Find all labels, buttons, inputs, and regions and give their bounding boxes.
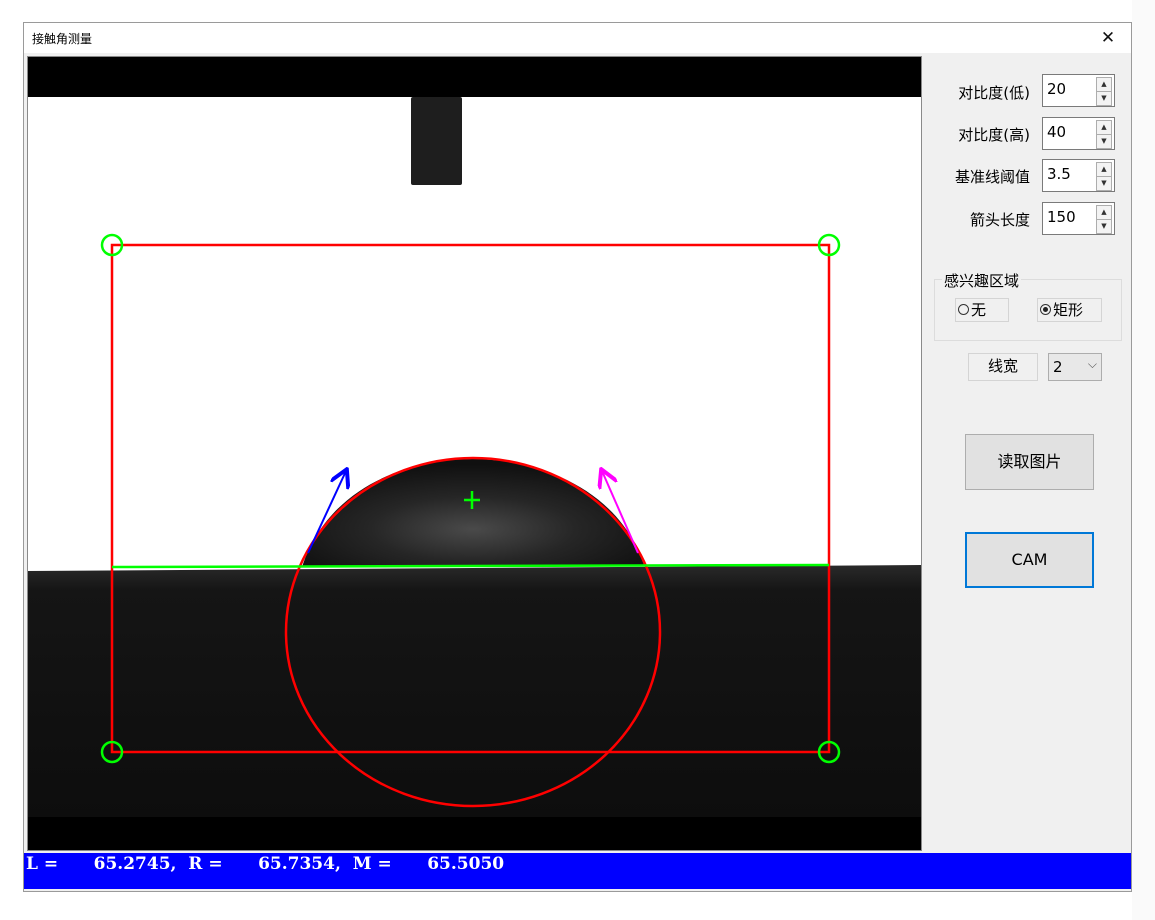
window-title: 接触角测量	[32, 32, 93, 46]
radio-off-icon	[958, 303, 969, 315]
image-viewport[interactable]	[27, 56, 922, 851]
roi-radio-rectangle[interactable]: 矩形	[1037, 298, 1102, 322]
arrow-length-spinbox[interactable]: 150 ▲ ▼	[1042, 202, 1115, 235]
contrast-high-label: 对比度(高)	[958, 126, 1030, 144]
read-image-button[interactable]: 读取图片	[965, 434, 1094, 490]
top-black-band	[28, 57, 921, 97]
substrate	[28, 565, 921, 817]
desktop-background	[1132, 0, 1155, 920]
arrow-length-value[interactable]: 150	[1047, 208, 1076, 226]
bottom-black-band	[28, 817, 921, 850]
down-arrow-icon[interactable]: ▼	[1096, 91, 1112, 106]
up-arrow-icon[interactable]: ▲	[1096, 77, 1112, 92]
result-status-bar: L = 65.2745, R = 65.7354, M = 65.5050	[24, 853, 1131, 889]
roi-group-title: 感兴趣区域	[942, 270, 1022, 291]
contrast-low-label: 对比度(低)	[958, 84, 1030, 102]
needle	[411, 97, 462, 185]
baseline-threshold-label: 基准线阈值	[954, 168, 1030, 186]
line-width-value: 2	[1053, 358, 1063, 376]
up-arrow-icon[interactable]: ▲	[1096, 162, 1112, 177]
roi-radio-rectangle-label: 矩形	[1053, 301, 1084, 319]
contrast-high-spinbox[interactable]: 40 ▲ ▼	[1042, 117, 1115, 150]
contrast-low-spinbox[interactable]: 20 ▲ ▼	[1042, 74, 1115, 107]
contact-angle-window: 接触角测量 ✕ 对比度(低) 20 ▲ ▼ 对比度(高) 40 ▲ ▼ 基准线阈…	[23, 22, 1132, 892]
drop-image-canvas	[28, 57, 921, 850]
down-arrow-icon[interactable]: ▼	[1096, 219, 1112, 234]
down-arrow-icon[interactable]: ▼	[1096, 134, 1112, 149]
contrast-low-value[interactable]: 20	[1047, 80, 1066, 98]
contrast-high-value[interactable]: 40	[1047, 123, 1066, 141]
line-width-select[interactable]: 2 ⌵	[1048, 353, 1102, 381]
roi-radio-none[interactable]: 无	[955, 298, 1009, 322]
radio-on-icon	[1040, 303, 1051, 315]
roi-radio-none-label: 无	[971, 301, 987, 319]
up-arrow-icon[interactable]: ▲	[1096, 120, 1112, 135]
up-arrow-icon[interactable]: ▲	[1096, 205, 1112, 220]
line-width-label: 线宽	[968, 353, 1038, 381]
chevron-down-icon[interactable]: ⌵	[1088, 357, 1097, 372]
arrow-length-label: 箭头长度	[969, 211, 1030, 229]
baseline-threshold-spinbox[interactable]: 3.5 ▲ ▼	[1042, 159, 1115, 192]
close-icon[interactable]: ✕	[1093, 26, 1123, 50]
down-arrow-icon[interactable]: ▼	[1096, 176, 1112, 191]
baseline-threshold-value[interactable]: 3.5	[1047, 165, 1071, 183]
title-bar: 接触角测量 ✕	[24, 23, 1131, 53]
cam-button[interactable]: CAM	[965, 532, 1094, 588]
